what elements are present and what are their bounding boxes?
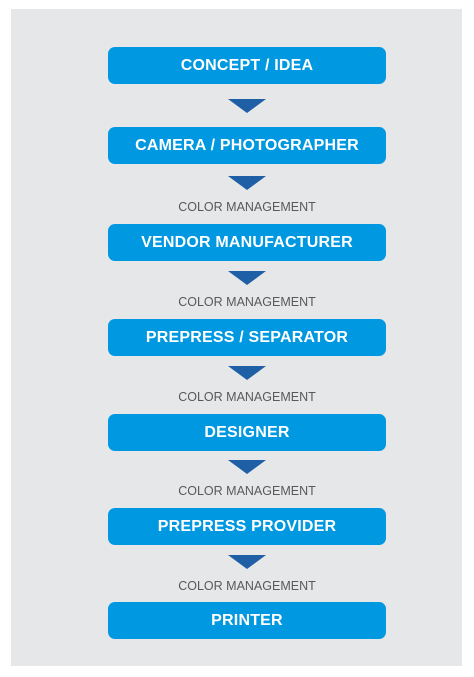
step-vendor-manufacturer: VENDOR MANUFACTURER — [108, 224, 386, 261]
step-concept-idea: CONCEPT / IDEA — [108, 47, 386, 84]
step-printer: PRINTER — [108, 602, 386, 639]
step-prepress-separator: PREPRESS / SEPARATOR — [108, 319, 386, 356]
color-management-label: COLOR MANAGEMENT — [178, 390, 316, 404]
color-management-label: COLOR MANAGEMENT — [178, 200, 316, 214]
down-arrow-icon — [228, 271, 266, 285]
down-arrow-icon — [228, 99, 266, 113]
step-prepress-provider: PREPRESS PROVIDER — [108, 508, 386, 545]
down-arrow-icon — [228, 460, 266, 474]
color-management-label: COLOR MANAGEMENT — [178, 484, 316, 498]
color-management-label: COLOR MANAGEMENT — [178, 579, 316, 593]
down-arrow-icon — [228, 555, 266, 569]
step-camera-photographer: CAMERA / PHOTOGRAPHER — [108, 127, 386, 164]
color-management-label: COLOR MANAGEMENT — [178, 295, 316, 309]
down-arrow-icon — [228, 366, 266, 380]
down-arrow-icon — [228, 176, 266, 190]
step-designer: DESIGNER — [108, 414, 386, 451]
